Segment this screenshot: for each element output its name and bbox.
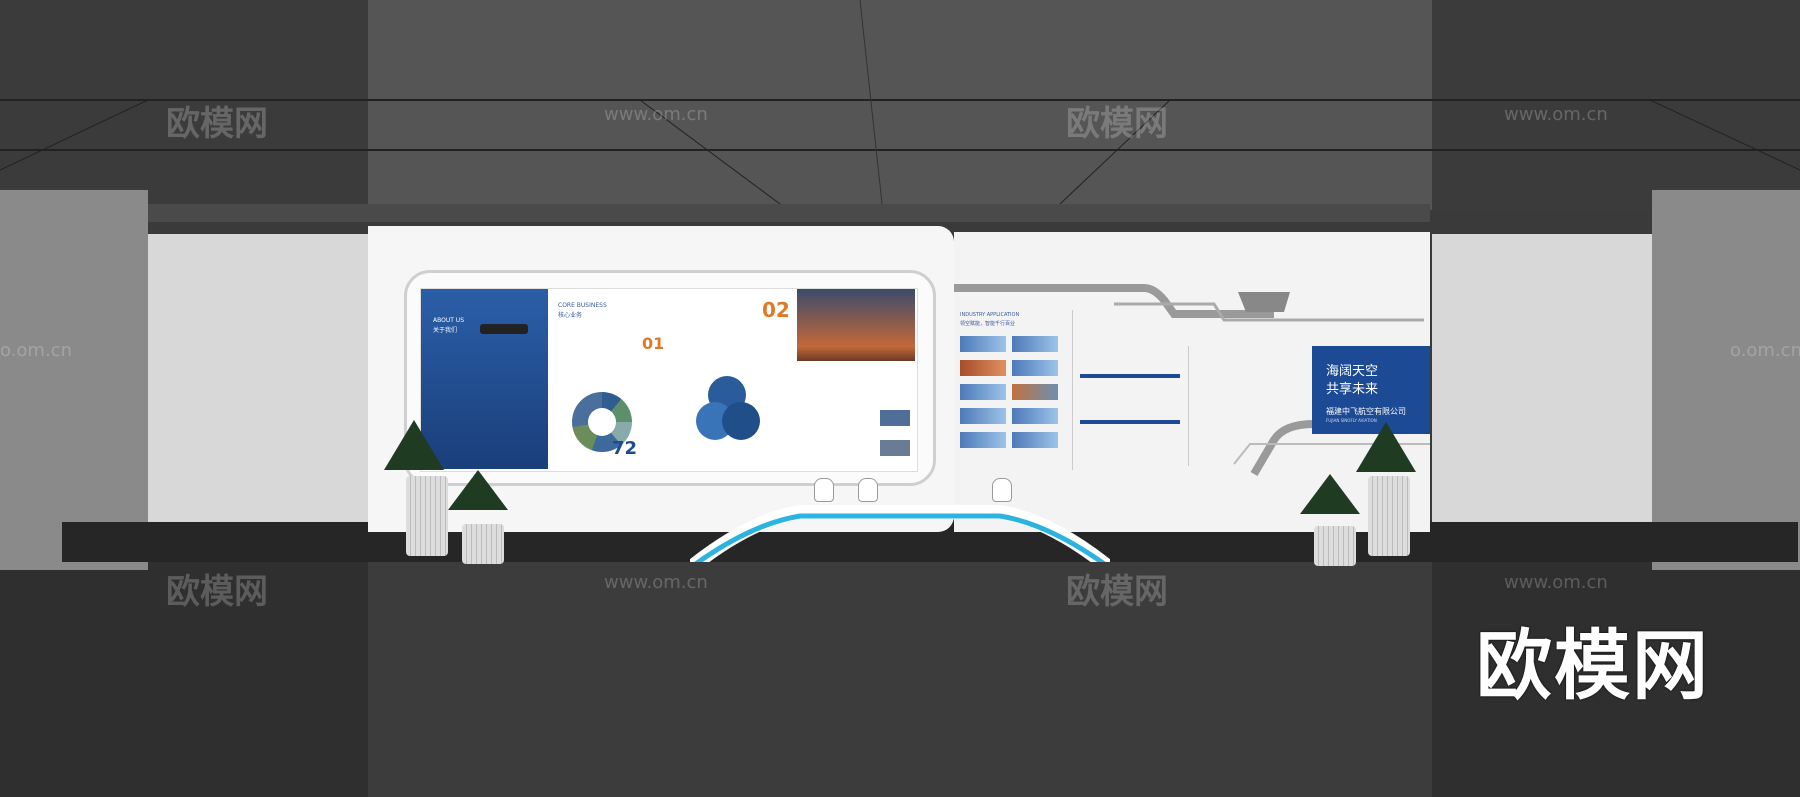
industry-photo — [1012, 384, 1058, 400]
brand-line2: 共享未来 — [1326, 382, 1379, 397]
num-02: 02 — [762, 298, 790, 322]
num-01: 01 — [642, 334, 665, 353]
plant-icon — [384, 420, 444, 470]
floor-center — [368, 560, 1432, 797]
table-header-bar — [1080, 374, 1180, 378]
industry-photo — [960, 432, 1006, 448]
watermark-brand: 欧模网 — [166, 104, 268, 144]
back-wall-right — [1432, 234, 1652, 524]
venn-circle-right — [722, 402, 760, 440]
watermark-url: www.om.cn — [604, 104, 708, 125]
watermark-url: www.om.cn — [604, 572, 708, 593]
divider — [1188, 346, 1189, 466]
table-header-bar — [1080, 420, 1180, 424]
industry-heading-en: INDUSTRY APPLICATION — [960, 312, 1020, 318]
photo-thumb — [880, 410, 910, 426]
industry-heading-cn: 领空赋能，智能千行百业 — [960, 321, 1016, 327]
site-logo: 欧模网 — [1476, 621, 1710, 710]
watermark-url: o.om.cn — [0, 340, 72, 361]
exhibition-scene: ABOUT US 关于我们 CORE BUSINESS 核心业务 01 02 0… — [0, 0, 1800, 797]
brand-panel: 海阔天空 共享未来 福建中飞航空有限公司 FUJIAN SINOFLY AVIA… — [1312, 346, 1430, 434]
side-wall-left — [0, 190, 148, 570]
watermark-brand: 欧模网 — [1066, 104, 1168, 144]
stage-platform — [690, 505, 1110, 562]
divider — [1072, 310, 1073, 470]
pie-ring-center — [588, 408, 616, 436]
plant-pot — [1368, 476, 1410, 556]
watermark-brand: 欧模网 — [1066, 572, 1168, 612]
watermark-url: o.om.cn — [1730, 340, 1800, 361]
plant-icon — [1300, 474, 1360, 514]
industry-photo — [1012, 432, 1058, 448]
core-heading-cn: 核心业务 — [558, 312, 583, 319]
robot-icon — [858, 478, 878, 502]
plant-pot — [406, 476, 448, 556]
industry-photo — [960, 336, 1006, 352]
industry-photo — [960, 408, 1006, 424]
plant-icon — [448, 470, 508, 510]
stat-number: 72 — [612, 438, 638, 459]
about-heading-cn: 关于我们 — [433, 327, 458, 334]
industry-photo — [1012, 360, 1058, 376]
plant-icon — [1356, 422, 1416, 472]
industry-photo — [1012, 336, 1058, 352]
watermark-url: www.om.cn — [1504, 104, 1608, 125]
brand-line1: 海阔天空 — [1326, 364, 1379, 379]
industry-photo — [960, 360, 1006, 376]
brand-company-cn: 福建中飞航空有限公司 — [1326, 407, 1406, 416]
plant-pot — [462, 524, 504, 564]
watermark-brand: 欧模网 — [166, 572, 268, 612]
watermark-url: www.om.cn — [1504, 572, 1608, 593]
industry-photo — [960, 384, 1006, 400]
industry-photo — [1012, 408, 1058, 424]
robot-icon — [814, 478, 834, 502]
back-wall-left — [148, 234, 368, 524]
robot-icon — [992, 478, 1012, 502]
about-heading-en: ABOUT US — [433, 317, 465, 324]
ceiling-beam — [62, 204, 1430, 222]
photo-thumb — [880, 440, 910, 456]
side-wall-right — [1652, 190, 1800, 570]
core-heading-en: CORE BUSINESS — [558, 302, 607, 309]
plant-pot — [1314, 526, 1356, 566]
city-drone-photo — [797, 289, 915, 361]
drone-icon — [480, 324, 528, 334]
